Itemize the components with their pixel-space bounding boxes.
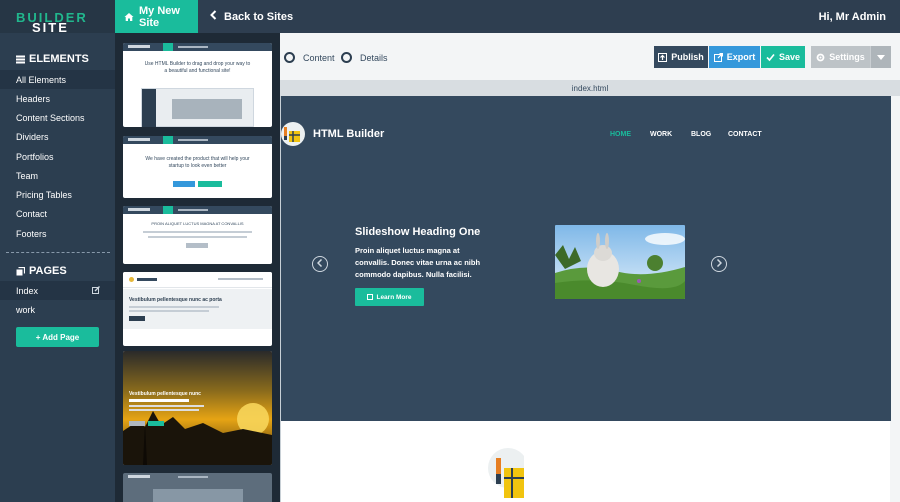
element-thumbnail[interactable]: Use HTML Builder to drag and drop your w… [123, 43, 272, 127]
publish-label: Publish [671, 52, 704, 62]
thumbnail-nav [123, 206, 272, 214]
user-greeting[interactable]: Hi, Mr Admin [819, 0, 886, 33]
site-tab-label: My New Site [139, 4, 180, 29]
nav-link-contact[interactable]: CONTACT [728, 131, 762, 138]
export-label: Export [726, 52, 756, 62]
page-item-index[interactable]: Index [0, 281, 115, 300]
check-icon [766, 53, 775, 62]
settings-button[interactable]: Settings [811, 46, 870, 68]
left-sidebar: ELEMENTS All Elements Headers Content Se… [0, 33, 115, 502]
external-link-icon [713, 52, 723, 62]
element-thumbnail[interactable]: Vestibulum pellentesque nunc ac porta [123, 272, 272, 346]
app-logo[interactable]: SITE BUILDER [0, 0, 115, 35]
chevron-left-circle-icon [316, 258, 323, 269]
page-item-work[interactable]: work [0, 300, 115, 319]
thumbnail-text: Use HTML Builder to drag and drop your w… [144, 61, 251, 74]
copy-icon [16, 266, 26, 276]
slide-next-button[interactable] [711, 256, 727, 272]
slide-heading: Slideshow Heading One [355, 226, 481, 238]
element-thumbnail[interactable] [123, 473, 272, 502]
radio-circle [284, 52, 295, 63]
caret-down-icon [877, 52, 885, 62]
sidebar-item-team[interactable]: Team [0, 166, 115, 185]
thumbnail-button [198, 181, 222, 187]
thumbnail-button [173, 181, 195, 187]
thumbnail-line [148, 236, 247, 238]
slide-prev-button[interactable] [312, 256, 328, 272]
pages-heading-label: PAGES [29, 265, 67, 277]
learn-more-label: Learn More [376, 293, 412, 301]
page-item-label: Index [16, 285, 39, 296]
elements-heading: ELEMENTS [16, 53, 89, 65]
cube-icon [367, 294, 374, 300]
gear-icon [816, 53, 825, 62]
sidebar-item-portfolios[interactable]: Portfolios [0, 147, 115, 166]
learn-more-button[interactable]: Learn More [355, 288, 424, 306]
sidebar-item-content-sections[interactable]: Content Sections [0, 108, 115, 127]
add-page-button[interactable]: + Add Page [16, 327, 99, 347]
pencil-square-icon[interactable] [92, 286, 100, 294]
brand-name: HTML Builder [313, 128, 385, 140]
thumbnail-button [186, 243, 208, 248]
upload-icon [658, 52, 668, 62]
site-brand[interactable]: HTML Builder [281, 122, 384, 146]
nav-link-blog[interactable]: BLOG [691, 131, 711, 138]
brand-logo-icon [281, 122, 305, 146]
pages-heading: PAGES [16, 265, 67, 277]
chevron-left-icon [210, 10, 217, 23]
back-link-label: Back to Sites [224, 10, 294, 23]
sidebar-item-all-elements[interactable]: All Elements [0, 70, 115, 89]
current-site-tab[interactable]: My New Site [115, 0, 198, 33]
elements-heading-label: ELEMENTS [29, 53, 89, 65]
top-navbar: SITE BUILDER My New Site Back to Sites Hi… [0, 0, 900, 35]
list-icon [16, 55, 25, 64]
element-thumbnail[interactable]: We have created the product that will he… [123, 136, 272, 198]
slide-image [555, 225, 685, 299]
settings-label: Settings [829, 52, 865, 62]
nav-link-home[interactable]: HOME [610, 131, 631, 138]
thumbnail-nav [123, 43, 272, 51]
thumbnail-content [153, 489, 243, 502]
settings-dropdown-toggle[interactable] [870, 46, 891, 68]
sidebar-item-dividers[interactable]: Dividers [0, 127, 115, 146]
thumbnail-nav [123, 272, 272, 288]
radio-content[interactable]: Content [284, 52, 335, 63]
thumbnail-text: Vestibulum pellentesque nunc [129, 391, 201, 397]
thumbnail-screenshot [141, 88, 254, 127]
thumbnail-line [143, 231, 252, 233]
element-thumbnails-panel: Use HTML Builder to drag and drop your w… [115, 33, 280, 502]
save-label: Save [778, 52, 801, 62]
element-thumbnail[interactable]: Vestibulum pellentesque nunc [123, 351, 272, 465]
chevron-right-circle-icon [716, 258, 723, 269]
element-thumbnail[interactable]: PROIN ALIQUET LUCTUS MAGNA AT CONVALLIS [123, 206, 272, 264]
editor-main: Content Details Publish Export Save Sett… [280, 33, 900, 502]
radio-content-label: Content [303, 52, 335, 63]
thumbnail-content: Vestibulum pellentesque nunc ac porta [123, 289, 272, 329]
thumbnail-nav [123, 136, 272, 144]
sidebar-divider [6, 252, 110, 253]
home-icon [124, 12, 134, 22]
page-canvas[interactable]: HTML Builder HOME WORK BLOG CONTACT Slid… [280, 96, 891, 502]
sidebar-item-headers[interactable]: Headers [0, 89, 115, 108]
radio-details-label: Details [360, 52, 388, 63]
paint-bucket-icon [488, 448, 528, 498]
radio-details[interactable]: Details [341, 52, 388, 63]
radio-circle [341, 52, 352, 63]
sunset-image [123, 351, 272, 465]
back-to-sites-link[interactable]: Back to Sites [210, 0, 293, 33]
thumbnail-text: Vestibulum pellentesque nunc ac porta [129, 297, 222, 303]
file-name-bar: index.html [280, 80, 900, 96]
publish-button[interactable]: Publish [654, 46, 708, 68]
sidebar-item-footers[interactable]: Footers [0, 224, 115, 243]
thumbnail-nav [123, 473, 272, 481]
sidebar-item-contact[interactable]: Contact [0, 204, 115, 223]
nav-link-work[interactable]: WORK [650, 131, 672, 138]
thumbnail-text: We have created the product that will he… [145, 156, 250, 169]
export-button[interactable]: Export [709, 46, 760, 68]
thumbnail-text: PROIN ALIQUET LUCTUS MAGNA AT CONVALLIS [151, 221, 244, 226]
hero-section[interactable]: HTML Builder HOME WORK BLOG CONTACT Slid… [281, 96, 891, 421]
slide-text: Proin aliquet luctus magna at convallis.… [355, 246, 481, 279]
sidebar-item-pricing-tables[interactable]: Pricing Tables [0, 185, 115, 204]
save-button[interactable]: Save [761, 46, 805, 68]
